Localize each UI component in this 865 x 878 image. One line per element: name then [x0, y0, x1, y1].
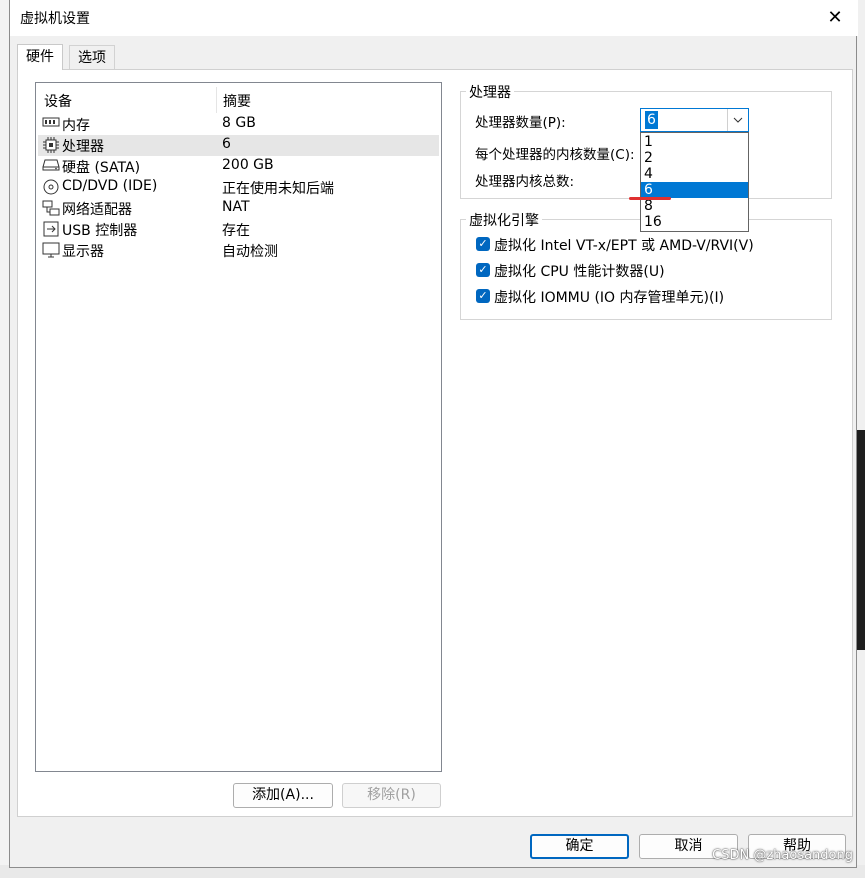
- device-name: CD/DVD (IDE): [62, 178, 158, 194]
- processor-group-title: 处理器: [466, 82, 514, 102]
- device-summary: 6: [222, 136, 231, 152]
- dropdown-option[interactable]: 16: [641, 214, 748, 230]
- processor-icon: [42, 137, 60, 153]
- tab-options[interactable]: 选项: [69, 45, 115, 69]
- device-summary: 正在使用未知后端: [222, 181, 334, 197]
- usb-icon: [42, 221, 60, 237]
- device-name: 内存: [62, 118, 90, 134]
- device-row-cd-dvd[interactable]: CD/DVD (IDE) 正在使用未知后端: [38, 177, 439, 198]
- watermark: CSDN @zhaosandong: [712, 848, 853, 863]
- column-header-device[interactable]: 设备: [44, 91, 72, 111]
- device-list[interactable]: 设备 摘要 内存 8 GB 处理器 6 硬盘 (SATA) 200 GB CD/…: [35, 82, 442, 772]
- dropdown-option[interactable]: 8: [641, 198, 748, 214]
- dropdown-option[interactable]: 1: [641, 134, 748, 150]
- tab-hardware[interactable]: 硬件: [17, 44, 63, 70]
- network-adapter-icon: [42, 200, 60, 216]
- device-row-network-adapter[interactable]: 网络适配器 NAT: [38, 198, 439, 219]
- device-row-harddisk[interactable]: 硬盘 (SATA) 200 GB: [38, 156, 439, 177]
- processor-count-combobox[interactable]: 6: [640, 108, 749, 132]
- checkmark-icon: ✓: [476, 237, 490, 251]
- device-row-usb-controller[interactable]: USB 控制器 存在: [38, 219, 439, 240]
- device-name: 处理器: [62, 139, 104, 155]
- device-summary: 自动检测: [222, 244, 278, 260]
- device-row-memory[interactable]: 内存 8 GB: [38, 114, 439, 135]
- device-summary: 200 GB: [222, 157, 274, 173]
- title-bar: 虚拟机设置 ✕: [10, 0, 858, 36]
- device-summary: NAT: [222, 199, 250, 215]
- harddisk-icon: [42, 158, 60, 174]
- combobox-value: 6: [645, 111, 658, 129]
- dropdown-option[interactable]: 4: [641, 166, 748, 182]
- processor-count-dropdown: 1 2 4 6 8 16: [640, 132, 749, 232]
- virtualization-group-title: 虚拟化引擎: [466, 210, 542, 230]
- checkbox-label: 虚拟化 IOMMU (IO 内存管理单元)(I): [494, 290, 725, 306]
- red-underline-annotation: [629, 197, 671, 200]
- device-name: 硬盘 (SATA): [62, 160, 141, 176]
- checkmark-icon: ✓: [476, 263, 490, 277]
- device-summary: 8 GB: [222, 115, 256, 131]
- chevron-down-icon[interactable]: [727, 109, 748, 131]
- remove-button[interactable]: 移除(R): [342, 783, 441, 808]
- close-button[interactable]: ✕: [822, 4, 848, 30]
- checkmark-icon: ✓: [476, 289, 490, 303]
- checkbox-label: 虚拟化 Intel VT-x/EPT 或 AMD-V/RVI(V): [494, 238, 754, 254]
- display-icon: [42, 242, 60, 258]
- add-button[interactable]: 添加(A)...: [233, 783, 333, 808]
- column-divider[interactable]: [216, 87, 217, 113]
- checkbox-label: 虚拟化 CPU 性能计数器(U): [494, 264, 665, 280]
- cd-dvd-icon: [42, 179, 60, 195]
- memory-icon: [42, 116, 60, 132]
- device-row-processor[interactable]: 处理器 6: [38, 135, 439, 156]
- device-row-display[interactable]: 显示器 自动检测: [38, 240, 439, 261]
- device-name: 显示器: [62, 244, 104, 260]
- device-name: 网络适配器: [62, 202, 132, 218]
- window-title: 虚拟机设置: [20, 11, 90, 27]
- background-window-edge-right: [857, 430, 865, 650]
- total-cores-label: 处理器内核总数:: [475, 174, 575, 190]
- dropdown-option[interactable]: 2: [641, 150, 748, 166]
- device-summary: 存在: [222, 223, 250, 239]
- column-header-summary[interactable]: 摘要: [223, 91, 251, 111]
- dropdown-option-selected[interactable]: 6: [641, 182, 748, 198]
- cores-per-processor-label: 每个处理器的内核数量(C):: [475, 147, 635, 163]
- processor-count-label: 处理器数量(P):: [475, 115, 566, 131]
- device-name: USB 控制器: [62, 223, 138, 239]
- ok-button[interactable]: 确定: [530, 834, 629, 859]
- close-icon: ✕: [827, 6, 843, 28]
